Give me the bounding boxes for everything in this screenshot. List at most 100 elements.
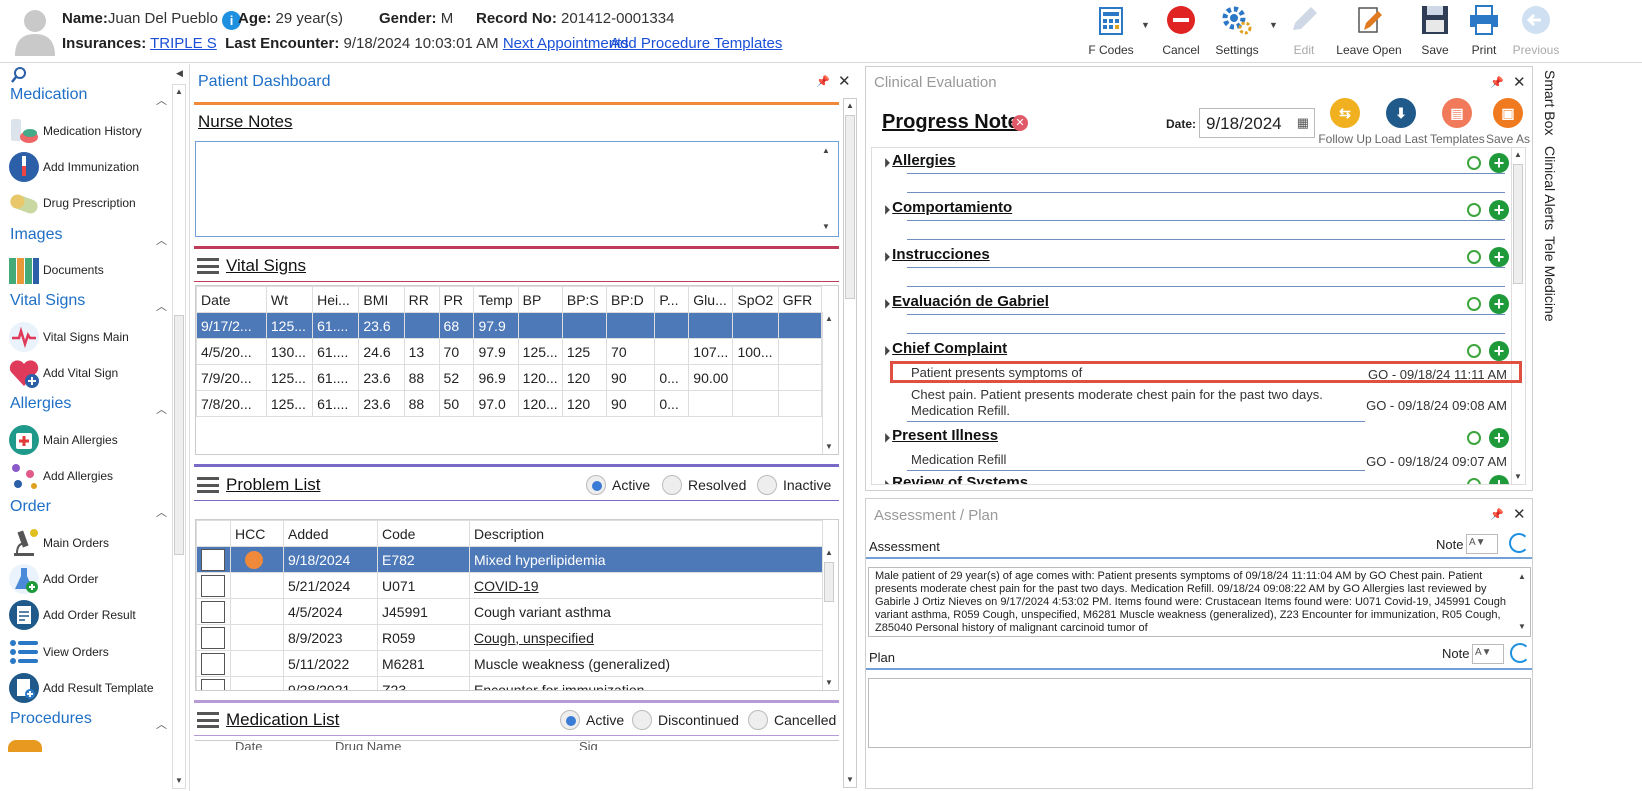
vitals-col-header[interactable]: Wt: [265, 286, 314, 313]
section-chief-complaint[interactable]: Chief Complaint: [882, 340, 1007, 357]
vitals-col-header[interactable]: BMI: [358, 286, 405, 313]
nav-section-vital-signs[interactable]: Vital Signs: [10, 292, 85, 310]
problem-col-header[interactable]: [196, 520, 231, 547]
collapse-caret-icon[interactable]: ︿: [156, 504, 167, 520]
vitals-scrollbar[interactable]: ▲ ▼: [822, 312, 836, 454]
collapse-caret-icon[interactable]: ︿: [156, 232, 167, 248]
templates-button[interactable]: ▤ Templates: [1430, 98, 1485, 146]
close-icon[interactable]: ✕: [1513, 505, 1526, 523]
vitals-col-header[interactable]: GFR: [777, 286, 823, 313]
pin-icon[interactable]: 📌: [1490, 508, 1504, 521]
nav-drug-prescription[interactable]: Drug Prescription: [8, 186, 136, 220]
pi-entry-text[interactable]: Medication Refill: [911, 452, 1006, 467]
nav-view-orders[interactable]: View Orders: [8, 635, 109, 669]
nav-add-result-template[interactable]: Add Result Template: [8, 671, 154, 705]
vitals-row[interactable]: 4/5/20... 130... 61.... 24.6 13 70 97.9 125... 1…: [196, 338, 823, 365]
row-checkbox[interactable]: [201, 678, 225, 690]
add-icon[interactable]: +: [1489, 475, 1509, 484]
vitals-col-header[interactable]: PR: [438, 286, 475, 313]
cancel-button[interactable]: Cancel: [1160, 4, 1202, 57]
nav-medication-history[interactable]: Medication History: [8, 114, 142, 148]
collapse-caret-icon[interactable]: ︿: [156, 716, 167, 732]
section-evaluacion-de-gabriel[interactable]: Evaluación de Gabriel: [882, 293, 1049, 310]
assessment-textarea[interactable]: Male patient of 29 year(s) of age comes …: [868, 567, 1531, 637]
problem-row[interactable]: 8/9/2023 R059 Cough, unspecified: [196, 624, 823, 651]
add-icon[interactable]: +: [1489, 294, 1509, 314]
cc-entry-text[interactable]: Patient presents symptoms of: [911, 365, 1082, 380]
previous-button[interactable]: Previous: [1512, 4, 1560, 57]
dashboard-scrollbar[interactable]: ▲ ▼: [843, 98, 857, 788]
collapse-nav-icon[interactable]: ◀: [176, 68, 183, 79]
add-icon[interactable]: +: [1489, 341, 1509, 361]
problem-col-header[interactable]: Code: [377, 520, 470, 547]
nav-main-orders[interactable]: Main Orders: [8, 526, 109, 560]
problem-cell[interactable]: COVID-19: [469, 572, 823, 599]
vitals-col-header[interactable]: Glu...: [688, 286, 734, 313]
insurance-link[interactable]: TRIPLE S: [150, 35, 217, 52]
nav-main-allergies[interactable]: Main Allergies: [8, 423, 118, 457]
vitals-col-header[interactable]: RR: [403, 286, 440, 313]
save-as-button[interactable]: ▣ Save As: [1484, 98, 1532, 146]
fcodes-button[interactable]: F Codes: [1088, 4, 1134, 57]
edit-button[interactable]: Edit: [1286, 4, 1322, 57]
alarm-icon[interactable]: [1467, 203, 1481, 217]
vitals-row[interactable]: 7/8/20... 125... 61.... 23.6 88 50 97.0 120... 1…: [196, 390, 823, 417]
vitals-col-header[interactable]: BP:S: [561, 286, 608, 313]
menu-icon[interactable]: [197, 477, 219, 493]
nav-section-allergies[interactable]: Allergies: [10, 395, 71, 413]
nav-vital-signs-main[interactable]: Vital Signs Main: [8, 320, 129, 354]
nurse-notes-input[interactable]: ▲ ▼: [195, 141, 839, 237]
nurse-notes-scrollbar[interactable]: ▲ ▼: [820, 142, 834, 236]
nav-section-procedures[interactable]: Procedures: [10, 710, 92, 728]
collapse-caret-icon[interactable]: ︿: [156, 401, 167, 417]
alarm-icon[interactable]: [1467, 156, 1481, 170]
section-review-of-systems[interactable]: Review of Systems: [882, 474, 1028, 484]
filter-active-radio[interactable]: Active: [586, 475, 650, 495]
filter-resolved-radio[interactable]: Resolved: [662, 475, 746, 495]
problem-scrollbar[interactable]: ▲ ▼: [822, 546, 836, 690]
add-icon[interactable]: +: [1489, 153, 1509, 173]
problem-col-header[interactable]: Added: [283, 520, 378, 547]
problem-row[interactable]: 4/5/2024 J45991 Cough variant asthma: [196, 598, 823, 625]
vitals-col-header[interactable]: Temp: [473, 286, 519, 313]
section-comportamiento[interactable]: Comportamiento: [882, 199, 1012, 216]
row-checkbox[interactable]: [201, 652, 225, 675]
alarm-icon[interactable]: [1467, 297, 1481, 311]
alarm-icon[interactable]: [1467, 344, 1481, 358]
section-present-illness[interactable]: Present Illness: [882, 427, 998, 444]
nav-scrollbar[interactable]: ▲ ▼: [172, 84, 186, 789]
pin-icon[interactable]: 📌: [1490, 76, 1504, 89]
add-icon[interactable]: +: [1489, 200, 1509, 220]
row-checkbox[interactable]: [201, 574, 225, 597]
load-last-button[interactable]: ⬇ Load Last: [1374, 98, 1428, 146]
collapse-caret-icon[interactable]: ︿: [156, 298, 167, 314]
fcodes-dropdown-icon[interactable]: ▼: [1141, 20, 1150, 30]
problem-col-header[interactable]: HCC: [230, 520, 284, 547]
menu-icon[interactable]: [197, 258, 219, 274]
tab-smart-box[interactable]: Smart Box: [1542, 70, 1558, 135]
problem-cell[interactable]: Cough, unspecified: [469, 624, 823, 651]
alarm-icon[interactable]: [1467, 478, 1481, 484]
problem-row[interactable]: 9/18/2024 E782 Mixed hyperlipidemia: [196, 546, 823, 573]
med-filter-discontinued-radio[interactable]: Discontinued: [632, 710, 739, 730]
nav-add-immunization[interactable]: Add Immunization: [8, 150, 139, 184]
vitals-row[interactable]: 7/9/20... 125... 61.... 23.6 88 52 96.9 120... 1…: [196, 364, 823, 391]
vitals-row[interactable]: 9/17/2... 125... 61.... 23.6 68 97.9: [196, 312, 823, 339]
vitals-col-header[interactable]: BP: [517, 286, 563, 313]
refresh-icon[interactable]: [1510, 643, 1530, 663]
nav-section-medication[interactable]: Medication: [10, 86, 87, 104]
note-dropdown[interactable]: A▼: [1466, 534, 1498, 554]
vitals-col-header[interactable]: SpO2: [732, 286, 779, 313]
nav-add-vital-sign[interactable]: Add Vital Sign: [8, 356, 118, 390]
nav-documents[interactable]: Documents: [8, 253, 104, 287]
section-allergies[interactable]: Allergies: [882, 152, 955, 169]
cc-entry-text[interactable]: Chest pain. Patient presents moderate ch…: [911, 387, 1331, 419]
calendar-icon[interactable]: ▦: [1297, 115, 1309, 131]
search-icon[interactable]: [10, 66, 28, 84]
close-icon[interactable]: ✕: [1513, 73, 1526, 91]
row-checkbox[interactable]: [201, 548, 225, 571]
filter-inactive-radio[interactable]: Inactive: [757, 475, 831, 495]
problem-row[interactable]: 5/11/2022 M6281 Muscle weakness (generaliz…: [196, 650, 823, 677]
collapse-caret-icon[interactable]: ︿: [156, 92, 167, 108]
add-icon[interactable]: +: [1489, 247, 1509, 267]
